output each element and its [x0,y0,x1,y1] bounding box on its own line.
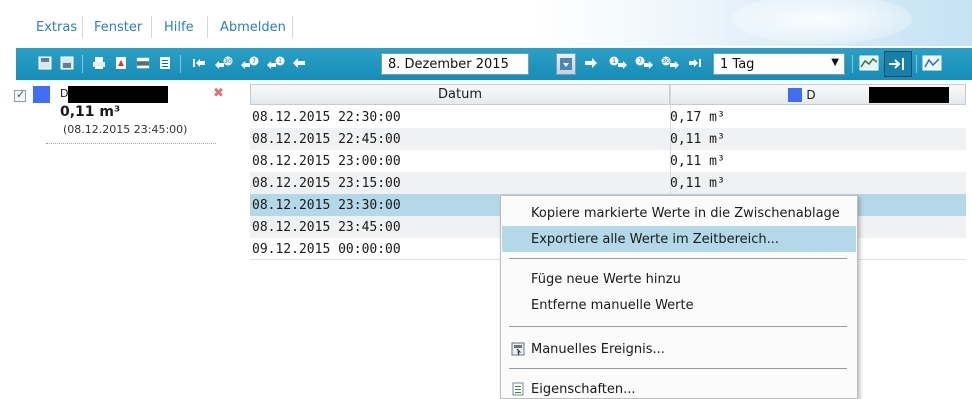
toolbar: 30 7 1 8. Dezember 2015 1 7 30 1 Tag ▼ [16,48,972,80]
menu-separator [509,326,847,327]
toolbar-separator [852,55,853,73]
table-row[interactable]: 08.12.2015 22:30:00 0,17 m³ [250,106,966,128]
menu-separator [509,258,847,259]
range-select-value: 1 Tag [720,57,755,72]
menu-item-label: Manuelles Ereignis... [531,341,665,357]
back-30-icon[interactable]: 30 [214,56,234,70]
calendar-icon [560,58,572,70]
menu-separator [292,16,293,38]
header-background-cloud [732,0,912,44]
menu-separator [82,16,83,38]
series-divider [46,143,216,144]
series-timestamp: (08.12.2015 23:45:00) [63,123,188,136]
forward-30-icon[interactable]: 30 [660,56,680,70]
context-menu: Kopiere markierte Werte in die Zwischena… [500,195,858,399]
cell-datum: 08.12.2015 23:45:00 [252,220,401,235]
cell-wert: 0,11 m³ [670,154,725,169]
menu-item-add-values[interactable]: Füge neue Werte hinzu [502,266,856,292]
menu-bar: Extras Fenster Hilfe Abmelden [0,0,972,46]
properties-icon [512,382,524,396]
forward-7-badge: 7 [638,58,642,65]
series-header-swatch [788,87,803,102]
line-chart-icon[interactable] [922,55,942,71]
menu-item-export-range[interactable]: Exportiere alle Werte im Zeitbereich... [502,226,856,252]
table-row[interactable]: 08.12.2015 22:45:00 0,11 m³ [250,128,966,150]
cell-wert: 0,17 m³ [670,110,725,125]
cell-datum: 09.12.2015 00:00:00 [252,242,401,257]
menu-item-label: Exportiere alle Werte im Zeitbereich... [531,231,780,247]
table-row[interactable]: 08.12.2015 23:00:00 0,11 m³ [250,150,966,172]
cell-wert: 0,11 m³ [670,132,725,147]
menu-fenster[interactable]: Fenster [94,20,142,35]
save-as-icon[interactable] [60,56,74,70]
menu-separator [509,368,847,369]
column-header-datum-label: Datum [438,87,482,102]
menu-abmelden[interactable]: Abmelden [220,20,286,35]
forward-1-badge: 1 [612,58,616,65]
redacted-column-name [869,87,949,103]
back-30-badge: 30 [224,58,232,65]
save-icon[interactable] [38,56,52,70]
back-7-badge: 7 [252,58,256,65]
toolbar-separator [916,55,917,73]
series-checkbox[interactable] [14,88,26,102]
forward-30-badge: 30 [662,58,670,65]
manual-event-icon [511,342,525,356]
cell-datum: 08.12.2015 22:45:00 [252,132,401,147]
cell-datum: 08.12.2015 23:30:00 [252,198,401,213]
menu-item-remove-manual[interactable]: Entferne manuelle Werte [502,292,856,318]
list-icon[interactable] [158,56,172,70]
menu-item-copy-selected[interactable]: Kopiere markierte Werte in die Zwischena… [502,200,856,226]
menu-separator [151,16,152,38]
chevron-down-icon: ▼ [831,57,839,68]
range-select[interactable]: 1 Tag ▼ [713,53,845,75]
jump-start-icon[interactable] [192,56,206,70]
toolbar-separator [180,55,181,73]
series-value: 0,11 m³ [60,104,121,120]
prev-icon[interactable] [292,56,306,70]
back-1-icon[interactable]: 1 [266,56,286,70]
column-header-datum[interactable]: Datum [250,84,670,105]
align-right-button[interactable] [884,51,912,77]
column-header-series[interactable]: D [670,84,966,105]
series-color-swatch [33,86,50,103]
column-header-series-label: D [806,87,816,102]
back-1-badge: 1 [278,58,282,65]
menu-extras[interactable]: Extras [36,20,77,35]
redacted-series-name [68,86,168,103]
csv-icon[interactable] [136,56,150,70]
pdf-icon[interactable] [114,56,128,70]
menu-item-properties[interactable]: Eigenschaften... [502,376,856,399]
remove-series-icon[interactable]: ✖ [213,86,224,101]
back-7-icon[interactable]: 7 [240,56,260,70]
toolbar-separator [82,55,83,73]
align-right-icon [889,58,904,70]
forward-7-icon[interactable]: 7 [634,56,654,70]
menu-item-label: Entferne manuelle Werte [531,297,694,313]
date-field[interactable]: 8. Dezember 2015 [381,53,529,75]
next-icon[interactable] [584,56,598,70]
menu-item-manual-event[interactable]: Manuelles Ereignis... [502,336,856,362]
chart-icon[interactable] [859,55,879,71]
menu-hilfe[interactable]: Hilfe [164,20,194,35]
jump-end-icon[interactable] [688,56,702,70]
menu-item-label: Eigenschaften... [531,381,636,397]
cell-wert: 0,11 m³ [670,176,725,191]
cell-datum: 08.12.2015 23:15:00 [252,176,401,191]
print-icon[interactable] [92,56,106,70]
menu-item-label: Füge neue Werte hinzu [531,271,681,287]
calendar-dropdown-button[interactable] [556,53,576,75]
forward-1-icon[interactable]: 1 [608,56,628,70]
menu-separator [207,16,208,38]
menu-item-label: Kopiere markierte Werte in die Zwischena… [531,205,840,221]
cell-datum: 08.12.2015 23:00:00 [252,154,401,169]
table-row[interactable]: 08.12.2015 23:15:00 0,11 m³ [250,172,966,194]
cell-datum: 08.12.2015 22:30:00 [252,110,401,125]
